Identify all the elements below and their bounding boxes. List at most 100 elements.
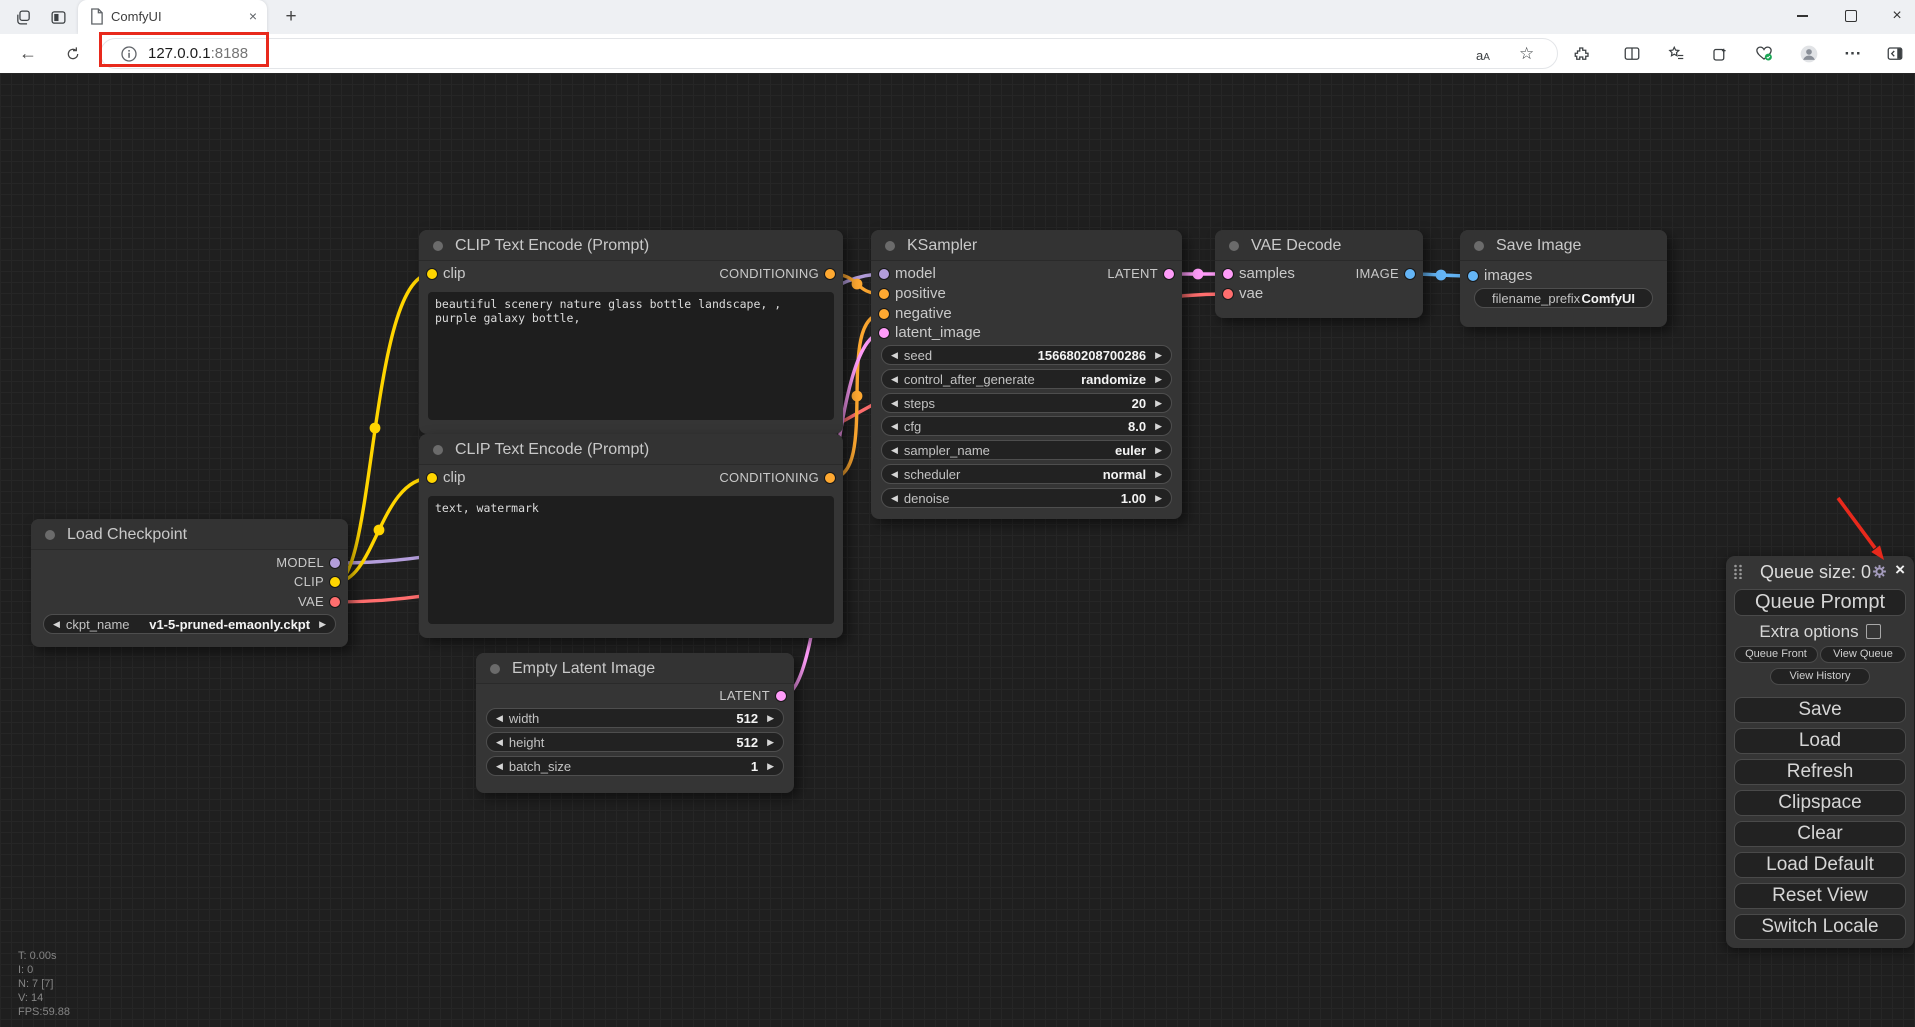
next-arrow-icon[interactable]: ▶ [1155, 393, 1162, 413]
next-arrow-icon[interactable]: ▶ [1155, 488, 1162, 508]
prev-arrow-icon[interactable]: ◀ [891, 345, 898, 365]
comfy-menu-header[interactable]: Queue size: 0 × [1726, 556, 1914, 586]
port-images-in[interactable] [1467, 270, 1479, 282]
port-clip-in[interactable] [426, 472, 438, 484]
node-load-checkpoint[interactable]: Load Checkpoint MODEL CLIP VAE ◀ ckpt_na… [31, 519, 348, 647]
settings-more-icon[interactable]: ··· [1838, 34, 1868, 73]
port-conditioning-out[interactable] [824, 472, 836, 484]
tab-close-icon[interactable]: × [249, 8, 257, 24]
graph-canvas[interactable]: Load Checkpoint MODEL CLIP VAE ◀ ckpt_na… [0, 73, 1915, 1027]
port-image-out[interactable] [1404, 268, 1416, 280]
site-info-icon[interactable] [121, 46, 137, 62]
next-arrow-icon[interactable]: ▶ [1155, 369, 1162, 389]
extensions-icon[interactable] [1567, 34, 1597, 73]
next-arrow-icon[interactable]: ▶ [1155, 345, 1162, 365]
node-vae-decode[interactable]: VAE Decode samples IMAGE vae [1215, 230, 1423, 318]
switch-locale-button[interactable]: Switch Locale [1734, 914, 1906, 940]
save-button[interactable]: Save [1734, 697, 1906, 723]
queue-front-button[interactable]: Queue Front [1734, 646, 1818, 663]
load-button[interactable]: Load [1734, 728, 1906, 754]
address-bar[interactable]: 127.0.0.1:8188 aA ☆ [100, 38, 1558, 69]
reset-view-button[interactable]: Reset View [1734, 883, 1906, 909]
favorite-star-icon[interactable]: ☆ [1519, 44, 1534, 64]
collapse-dot[interactable] [433, 445, 443, 455]
window-close-button[interactable]: × [1874, 0, 1915, 32]
widget-cfg[interactable]: ◀ cfg 8.0 ▶ [881, 416, 1172, 436]
next-arrow-icon[interactable]: ▶ [1155, 416, 1162, 436]
refresh-button[interactable] [58, 34, 88, 73]
load-default-button[interactable]: Load Default [1734, 852, 1906, 878]
widget-scheduler[interactable]: ◀ scheduler normal ▶ [881, 464, 1172, 484]
profile-avatar[interactable] [1794, 34, 1824, 73]
prompt-textarea[interactable]: text, watermark [428, 496, 834, 624]
widget-denoise[interactable]: ◀ denoise 1.00 ▶ [881, 488, 1172, 508]
prev-arrow-icon[interactable]: ◀ [496, 708, 503, 728]
next-arrow-icon[interactable]: ▶ [319, 614, 326, 634]
next-arrow-icon[interactable]: ▶ [767, 708, 774, 728]
prev-arrow-icon[interactable]: ◀ [891, 369, 898, 389]
widget-steps[interactable]: ◀ steps 20 ▶ [881, 393, 1172, 413]
port-latent-out[interactable] [775, 690, 787, 702]
comfy-menu[interactable]: Queue size: 0 × Queue Prompt Extra optio… [1726, 556, 1914, 948]
settings-gear-icon[interactable] [1872, 564, 1887, 579]
prev-arrow-icon[interactable]: ◀ [891, 416, 898, 436]
next-arrow-icon[interactable]: ▶ [1155, 464, 1162, 484]
widget-sampler-name[interactable]: ◀ sampler_name euler ▶ [881, 440, 1172, 460]
clear-button[interactable]: Clear [1734, 821, 1906, 847]
collections-icon[interactable] [1705, 34, 1735, 73]
port-positive-in[interactable] [878, 288, 890, 300]
port-latent-in[interactable] [878, 327, 890, 339]
widget-control-after-generate[interactable]: ◀ control_after_generate randomize ▶ [881, 369, 1172, 389]
favorites-hub-icon[interactable] [1661, 34, 1691, 73]
prev-arrow-icon[interactable]: ◀ [53, 614, 60, 634]
window-minimize-button[interactable] [1779, 0, 1825, 32]
node-save-image[interactable]: Save Image images filename_prefix ComfyU… [1460, 230, 1667, 327]
port-vae-out[interactable] [329, 596, 341, 608]
translate-icon[interactable]: aA [1476, 48, 1490, 63]
new-tab-button[interactable]: + [276, 0, 306, 34]
prev-arrow-icon[interactable]: ◀ [891, 393, 898, 413]
next-arrow-icon[interactable]: ▶ [1155, 440, 1162, 460]
prev-arrow-icon[interactable]: ◀ [891, 488, 898, 508]
collapse-dot[interactable] [1229, 241, 1239, 251]
node-empty-latent-image[interactable]: Empty Latent Image LATENT ◀ width 512 ▶ ◀ he… [476, 653, 794, 793]
window-maximize-button[interactable] [1828, 0, 1874, 32]
prev-arrow-icon[interactable]: ◀ [496, 756, 503, 776]
port-clip-in[interactable] [426, 268, 438, 280]
drag-handle-icon[interactable] [1733, 564, 1743, 579]
port-latent-out[interactable] [1163, 268, 1175, 280]
extra-options-checkbox[interactable] [1865, 624, 1881, 639]
next-arrow-icon[interactable]: ▶ [767, 732, 774, 752]
clipspace-button[interactable]: Clipspace [1734, 790, 1906, 816]
back-button[interactable]: ← [13, 34, 43, 73]
refresh-button-menu[interactable]: Refresh [1734, 759, 1906, 785]
widget-batch-size[interactable]: ◀ batch_size 1 ▶ [486, 756, 784, 776]
widget-height[interactable]: ◀ height 512 ▶ [486, 732, 784, 752]
port-negative-in[interactable] [878, 308, 890, 320]
widget-seed[interactable]: ◀ seed 156680208700286 ▶ [881, 345, 1172, 365]
collapse-dot[interactable] [1474, 241, 1484, 251]
port-samples-in[interactable] [1222, 268, 1234, 280]
view-queue-button[interactable]: View Queue [1820, 646, 1906, 663]
prev-arrow-icon[interactable]: ◀ [891, 440, 898, 460]
menu-close-icon[interactable]: × [1895, 560, 1905, 580]
port-model-in[interactable] [878, 268, 890, 280]
queue-prompt-button[interactable]: Queue Prompt [1734, 589, 1906, 616]
browser-tab-comfyui[interactable]: ComfyUI × [78, 0, 267, 34]
view-history-button[interactable]: View History [1770, 668, 1870, 685]
widget-ckpt-name[interactable]: ◀ ckpt_name v1-5-pruned-emaonly.ckpt ▶ [43, 614, 336, 634]
node-clip-text-encode-positive[interactable]: CLIP Text Encode (Prompt) clip CONDITION… [419, 230, 843, 434]
prev-arrow-icon[interactable]: ◀ [891, 464, 898, 484]
collapse-dot[interactable] [490, 664, 500, 674]
collapse-dot[interactable] [885, 241, 895, 251]
prompt-textarea[interactable]: beautiful scenery nature glass bottle la… [428, 292, 834, 420]
port-vae-in[interactable] [1222, 288, 1234, 300]
prev-arrow-icon[interactable]: ◀ [496, 732, 503, 752]
widget-width[interactable]: ◀ width 512 ▶ [486, 708, 784, 728]
node-clip-text-encode-negative[interactable]: CLIP Text Encode (Prompt) clip CONDITION… [419, 434, 843, 638]
collapse-dot[interactable] [433, 241, 443, 251]
node-ksampler[interactable]: KSampler model LATENT positive negative … [871, 230, 1182, 519]
vertical-tabs-icon[interactable] [43, 0, 73, 34]
sidebar-toggle-icon[interactable] [1880, 34, 1910, 73]
workspaces-icon[interactable] [8, 0, 38, 34]
